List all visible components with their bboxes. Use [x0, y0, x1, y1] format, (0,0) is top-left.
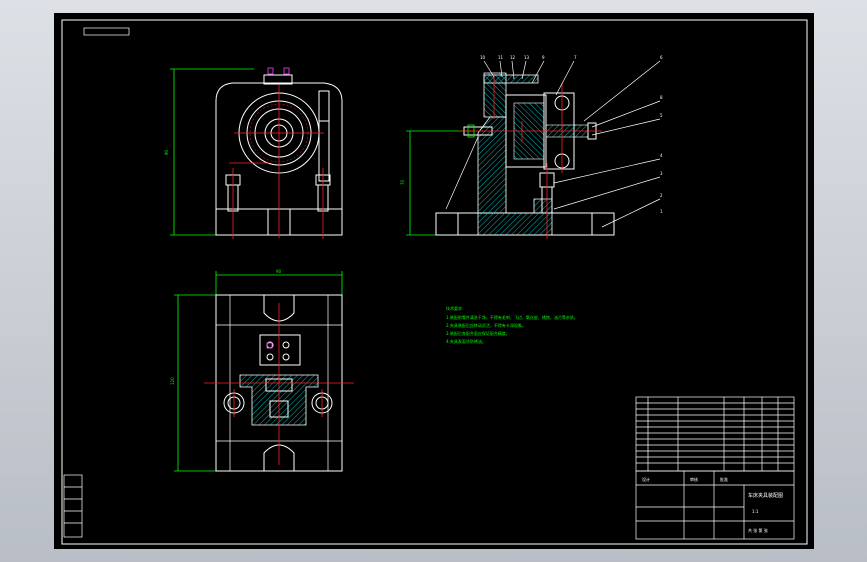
balloon-2: 2	[660, 193, 663, 198]
technical-notes: 技术要求 1.装配前零件清洗干净，不得有毛刺、飞边、氧化皮、锈蚀、油污等杂质。 …	[446, 305, 578, 344]
scale-value: 1:1	[752, 509, 759, 514]
tech-notes-title: 技术要求	[446, 305, 462, 311]
svg-text:120: 120	[170, 377, 175, 385]
cad-window: 90 70 10 11 12 13 9 7 6 8 5 4 3 2 1 90 1…	[0, 0, 867, 562]
drawing-canvas[interactable]: 90 70 10 11 12 13 9 7 6 8 5 4 3 2 1 90 1…	[54, 13, 814, 549]
sheet-info: 共 张 第 张	[748, 527, 768, 533]
svg-text:70: 70	[400, 179, 405, 185]
section-view: 70 10 11 12 13 9 7 6 8 5 4 3 2 1	[400, 55, 663, 239]
title-block: 设计 审核 批准 车床夹具装配图 1:1 共 张 第 张	[635, 396, 795, 540]
balloon-3: 3	[660, 171, 663, 176]
top-view: 90 120	[170, 269, 354, 472]
tech-note-1: 1.装配前零件清洗干净，不得有毛刺、飞边、氧化皮、锈蚀、油污等杂质。	[446, 314, 578, 320]
svg-text:90: 90	[164, 149, 169, 155]
drawing-name: 车床夹具装配图	[748, 492, 783, 499]
checker-label: 审核	[690, 476, 698, 482]
balloon-11: 11	[498, 55, 504, 60]
approver-label: 批准	[720, 476, 728, 482]
tech-note-3: 3.装配后各配合面应保证配合精度。	[446, 330, 510, 336]
tech-note-2: 2.夹具装配后应转动灵活，不得有卡滞现象。	[446, 322, 526, 328]
balloon-9: 9	[542, 55, 545, 60]
balloon-1: 1	[660, 209, 663, 214]
designer-label: 设计	[642, 476, 650, 482]
corner-code-box	[83, 27, 130, 36]
balloon-5: 5	[660, 113, 663, 118]
balloon-13: 13	[524, 55, 530, 60]
tech-note-4: 4.夹具表面涂防锈油。	[446, 338, 486, 344]
balloon-10: 10	[480, 55, 486, 60]
balloon-12: 12	[510, 55, 516, 60]
balloon-8: 8	[660, 95, 663, 100]
balloon-4: 4	[660, 153, 663, 158]
side-stamp-table	[63, 474, 83, 538]
balloon-6: 6	[660, 55, 663, 60]
drawing-svg: 90 70 10 11 12 13 9 7 6 8 5 4 3 2 1 90 1…	[61, 19, 808, 545]
front-view: 90	[164, 67, 343, 239]
balloon-7: 7	[574, 55, 577, 60]
svg-text:90: 90	[276, 269, 282, 274]
